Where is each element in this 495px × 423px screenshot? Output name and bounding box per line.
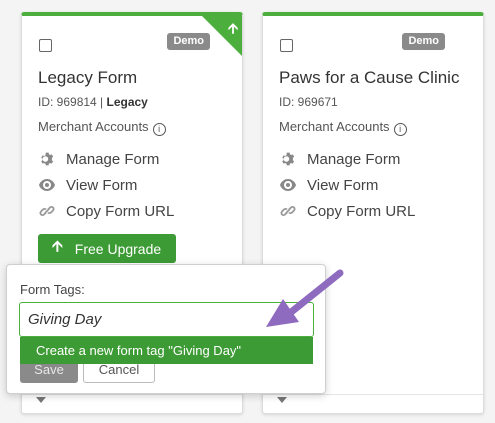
manage-form-link[interactable]: Manage Form bbox=[38, 150, 159, 168]
merchant-accounts-label: Merchant Accounts bbox=[279, 119, 390, 134]
legacy-tag: Legacy bbox=[106, 95, 148, 109]
merchant-accounts: Merchant Accounts i bbox=[279, 119, 407, 136]
form-id: ID: 969671 bbox=[279, 95, 338, 109]
demo-badge: Demo bbox=[402, 33, 445, 50]
manage-form-label: Manage Form bbox=[66, 150, 160, 168]
upgrade-arrow-icon: 🡩 bbox=[227, 20, 238, 36]
gear-icon bbox=[38, 150, 56, 168]
form-id-number: ID: 969814 | bbox=[38, 95, 107, 109]
copy-form-url-link[interactable]: Copy Form URL bbox=[279, 202, 415, 220]
form-id: ID: 969814 | Legacy bbox=[38, 95, 148, 109]
eye-icon bbox=[38, 176, 56, 194]
merchant-accounts-label: Merchant Accounts bbox=[38, 119, 149, 134]
card-footer-divider bbox=[263, 394, 483, 395]
chevron-down-icon[interactable] bbox=[277, 397, 287, 403]
link-icon bbox=[38, 202, 56, 220]
chevron-down-icon[interactable] bbox=[36, 397, 46, 403]
card-select-checkbox[interactable] bbox=[39, 39, 52, 52]
up-arrow-icon: 🡩 bbox=[52, 238, 63, 255]
form-tags-label: Form Tags: bbox=[20, 282, 85, 297]
free-upgrade-button[interactable]: 🡩 Free Upgrade bbox=[38, 234, 176, 263]
eye-icon bbox=[279, 176, 297, 194]
create-tag-suggestion[interactable]: Create a new form tag "Giving Day" bbox=[20, 337, 313, 364]
form-tags-popup: Form Tags: Save Cancel Create a new form… bbox=[6, 264, 326, 394]
view-form-link[interactable]: View Form bbox=[38, 176, 137, 194]
view-form-label: View Form bbox=[307, 176, 379, 194]
info-icon[interactable]: i bbox=[152, 123, 166, 136]
copy-form-url-label: Copy Form URL bbox=[66, 202, 175, 220]
copy-form-url-link[interactable]: Copy Form URL bbox=[38, 202, 174, 220]
free-upgrade-label: Free Upgrade bbox=[74, 240, 162, 257]
form-tag-input[interactable] bbox=[19, 302, 314, 337]
view-form-link[interactable]: View Form bbox=[279, 176, 378, 194]
info-icon[interactable]: i bbox=[393, 123, 407, 136]
form-title[interactable]: Legacy Form bbox=[38, 68, 137, 88]
manage-form-link[interactable]: Manage Form bbox=[279, 150, 400, 168]
card-footer-divider bbox=[22, 394, 242, 395]
view-form-label: View Form bbox=[66, 176, 138, 194]
copy-form-url-label: Copy Form URL bbox=[307, 202, 416, 220]
card-select-checkbox[interactable] bbox=[280, 39, 293, 52]
gear-icon bbox=[279, 150, 297, 168]
merchant-accounts: Merchant Accounts i bbox=[38, 119, 166, 136]
manage-form-label: Manage Form bbox=[307, 150, 401, 168]
form-title[interactable]: Paws for a Cause Clinic bbox=[279, 68, 459, 88]
link-icon bbox=[279, 202, 297, 220]
